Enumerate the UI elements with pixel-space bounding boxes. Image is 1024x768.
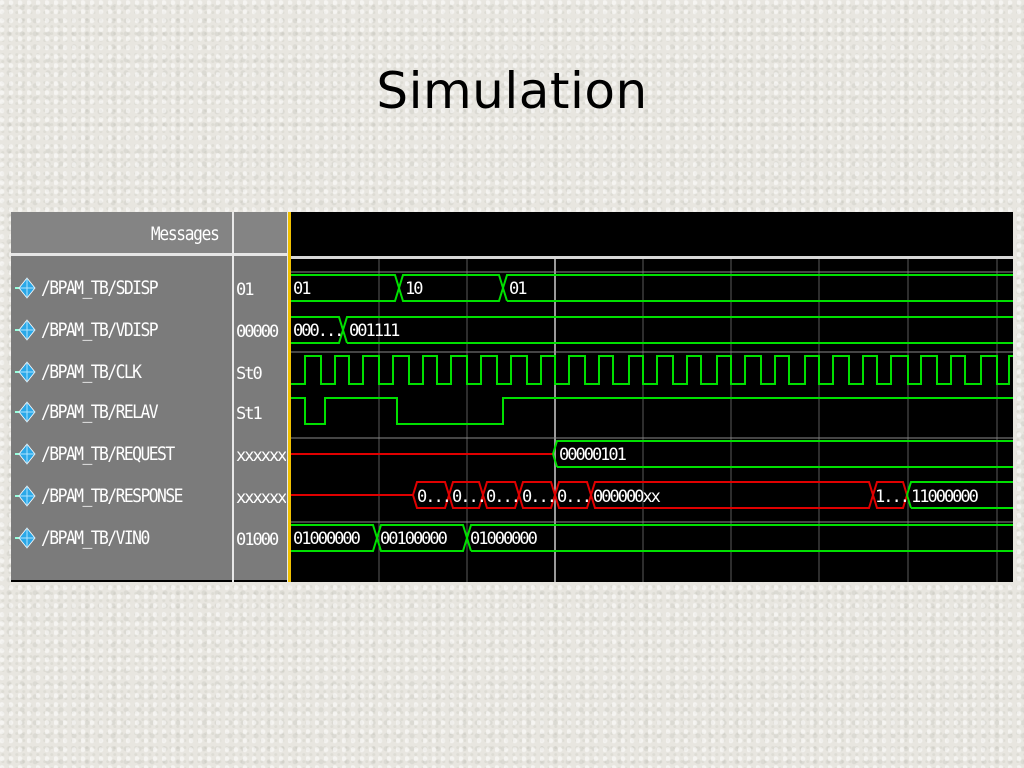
signal-value: 01000 (236, 530, 279, 550)
bus-label: 10 (405, 279, 423, 299)
signal-row-vin0[interactable]: /BPAM_TB/VIN0 (15, 526, 166, 550)
signal-name: /BPAM_TB/SDISP (41, 277, 159, 299)
bus-label: 0... (522, 487, 555, 507)
signal-row-sdisp[interactable]: /BPAM_TB/SDISP (15, 276, 176, 300)
bus-label: 00100000 (380, 529, 448, 549)
signal-value: 01 (236, 280, 254, 300)
bus-label: 0... (557, 487, 590, 507)
diamond-signal-icon (15, 485, 36, 507)
signal-values-pane: 01 00000 St0 St1 xxxxxx xxxxxx 01000 (234, 212, 287, 580)
diamond-signal-icon (15, 401, 36, 423)
signal-row-vdisp[interactable]: /BPAM_TB/VDISP (15, 318, 176, 342)
trace-sdisp (291, 274, 1013, 302)
trace-vdisp (291, 316, 1013, 344)
signal-name: /BPAM_TB/VDISP (41, 319, 159, 341)
bus-label: 01 (293, 279, 311, 299)
signal-value: St1 (236, 404, 263, 424)
signal-value: xxxxxx (236, 446, 286, 466)
bus-label: 0... (452, 487, 485, 507)
bus-label: 000000xx (593, 487, 661, 507)
values-header (234, 212, 287, 256)
signal-value: St0 (236, 364, 263, 384)
waveform-window: Messages /BPAM_TB/SDISP /BPAM_TB/VDISP /… (11, 212, 1013, 582)
bus-label: 01000000 (293, 529, 361, 549)
slide-title: Simulation (376, 62, 648, 120)
diamond-signal-icon (15, 361, 36, 383)
signal-value: xxxxxx (236, 488, 286, 508)
signal-row-relav[interactable]: /BPAM_TB/RELAV (15, 400, 176, 424)
bus-label: 001111 (349, 321, 400, 341)
trace-request (291, 440, 1013, 468)
signal-name: /BPAM_TB/RESPONSE (41, 485, 183, 507)
messages-header-label: Messages (151, 223, 220, 245)
bus-label: 11000000 (911, 487, 979, 507)
signal-names-pane: Messages /BPAM_TB/SDISP /BPAM_TB/VDISP /… (11, 212, 232, 580)
diamond-signal-icon (15, 527, 36, 549)
bus-label: 000... (293, 321, 342, 341)
signal-value: 00000 (236, 322, 279, 342)
signal-row-response[interactable]: /BPAM_TB/RESPONSE (15, 484, 205, 508)
diamond-signal-icon (15, 443, 36, 465)
diamond-signal-icon (15, 319, 36, 341)
wave-header-separator (291, 256, 1013, 259)
signal-row-request[interactable]: /BPAM_TB/REQUEST (15, 442, 195, 466)
signal-name: /BPAM_TB/VIN0 (41, 527, 150, 549)
bus-label: 1... (875, 487, 908, 507)
signal-name: /BPAM_TB/RELAV (41, 401, 159, 423)
trace-relav (291, 397, 1013, 425)
bus-label: 01000000 (470, 529, 538, 549)
bus-label: 01 (509, 279, 527, 299)
bus-label: 0... (417, 487, 450, 507)
bus-label: 0... (486, 487, 519, 507)
diamond-signal-icon (15, 277, 36, 299)
bus-label: 00000101 (559, 445, 627, 465)
signal-name: /BPAM_TB/REQUEST (41, 443, 175, 465)
signal-row-clk[interactable]: /BPAM_TB/CLK (15, 360, 157, 384)
waveform-area[interactable]: 01 10 01 000... 001111 00000101 0... 0..… (291, 212, 1013, 582)
messages-header: Messages (11, 212, 232, 256)
trace-clk (291, 355, 1013, 385)
signal-name: /BPAM_TB/CLK (41, 361, 142, 383)
